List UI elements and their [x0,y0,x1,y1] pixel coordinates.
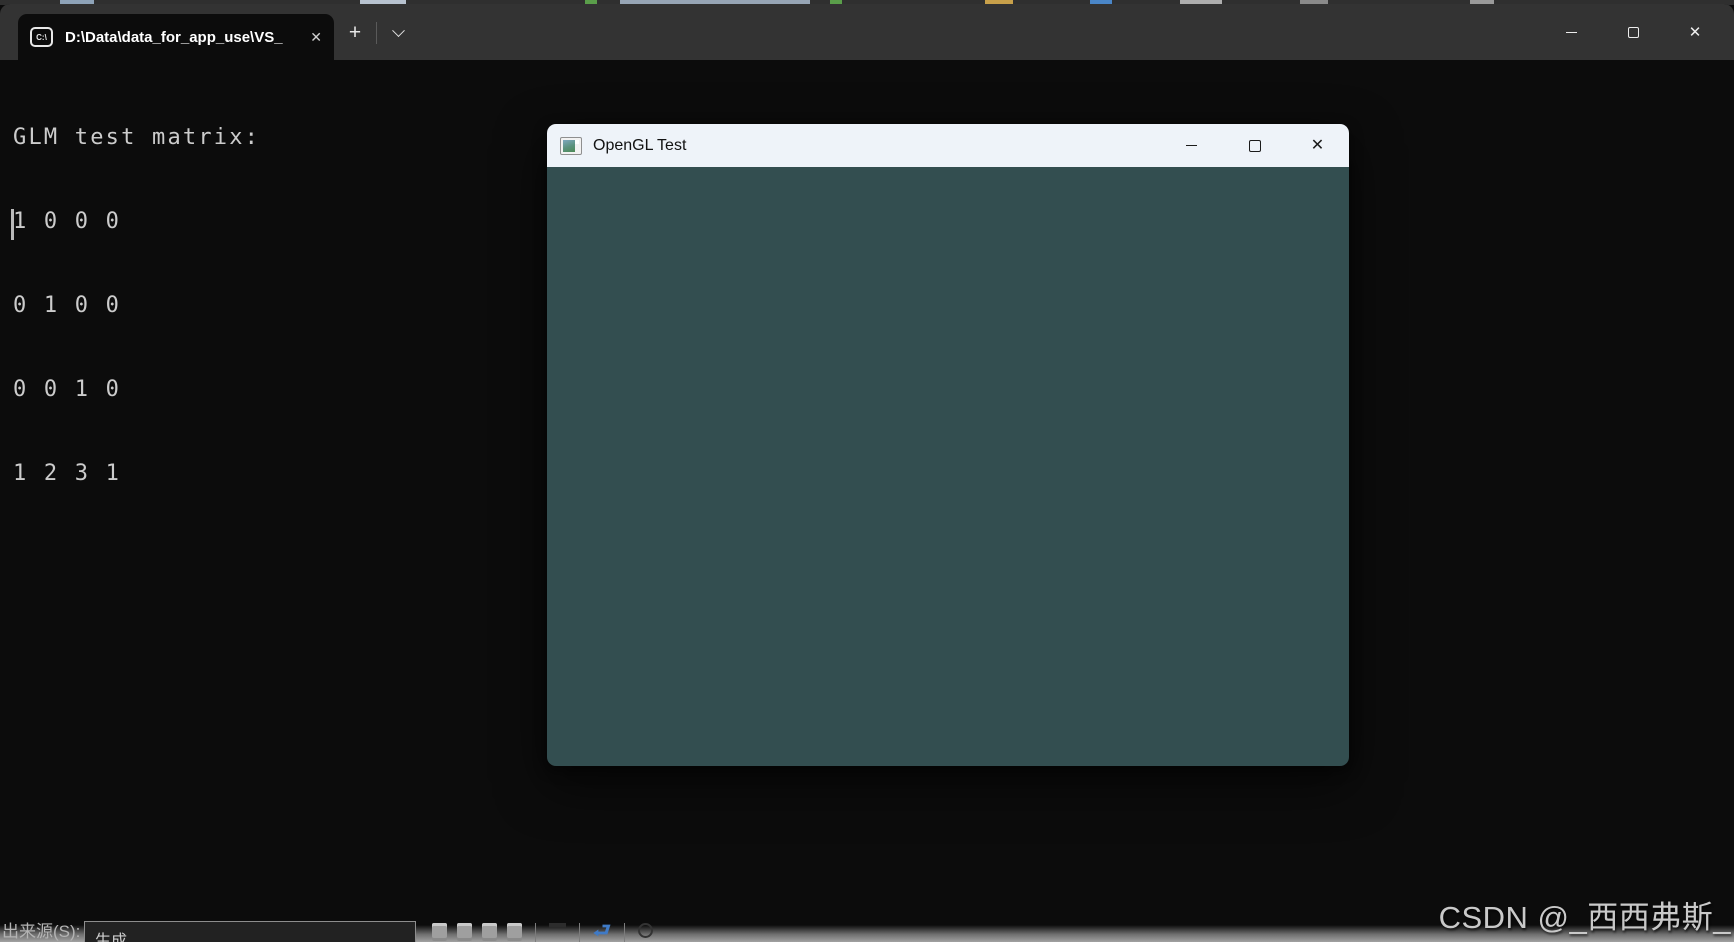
vs-output-toolbar: ⮐ [432,923,653,942]
cmd-prompt-icon: C:\ [30,27,53,47]
opengl-maximize-button[interactable] [1223,124,1286,167]
close-icon: ✕ [1689,25,1702,40]
console-line: 0 0 1 0 [13,376,260,404]
toolbar-separator [579,923,580,942]
opengl-app-icon-screen [563,140,575,152]
screen: C:\ D:\Data\data_for_app_use\VS_ ✕ + ✕ [0,0,1734,942]
autoscroll-icon[interactable]: ⮐ [593,923,611,939]
opengl-app-icon [560,137,582,155]
vs-output-source-label: 出来源(S): [2,917,80,942]
tab-dropdown-button[interactable] [383,18,413,48]
vs-output-bar: 出来源(S): 生成 ⮐ [0,916,860,942]
tab-close-icon[interactable]: ✕ [310,30,322,44]
console-output[interactable]: GLM test matrix: 1 0 0 0 0 1 0 0 0 0 1 0… [13,68,260,544]
terminal-cursor [11,209,14,240]
maximize-icon [1628,27,1639,38]
close-button[interactable]: ✕ [1664,4,1726,60]
maximize-icon [1249,140,1261,152]
vs-output-source-combobox[interactable]: 生成 [84,921,416,942]
output-toolbar-icon[interactable] [432,923,447,941]
output-toolbar-icon[interactable] [482,923,497,941]
console-line: 1 2 3 1 [13,460,260,488]
console-line: GLM test matrix: [13,124,260,152]
opengl-window-title: OpenGL Test [593,137,686,155]
output-toolbar-icon[interactable] [507,923,522,941]
opengl-titlebar[interactable]: OpenGL Test ✕ [547,124,1349,167]
word-wrap-icon[interactable] [549,923,566,939]
terminal-window-controls: ✕ [1540,4,1726,60]
minimize-icon [1566,32,1577,33]
new-tab-button[interactable]: + [340,18,370,48]
terminal-tab[interactable]: C:\ D:\Data\data_for_app_use\VS_ ✕ [18,14,334,60]
console-line: 1 0 0 0 [13,208,260,236]
toolbar-separator [535,923,536,942]
opengl-viewport[interactable] [547,167,1349,766]
chevron-down-icon [392,24,405,37]
terminal-tab-title: D:\Data\data_for_app_use\VS_ [65,29,300,46]
toolbar-separator [624,923,625,942]
minimize-button[interactable] [1540,4,1602,60]
terminal-titlebar[interactable]: C:\ D:\Data\data_for_app_use\VS_ ✕ + ✕ [0,4,1734,60]
tabbar-separator [376,22,377,44]
maximize-button[interactable] [1602,4,1664,60]
console-line: 0 1 0 0 [13,292,260,320]
opengl-close-button[interactable]: ✕ [1286,124,1349,167]
minimize-icon [1186,145,1197,146]
opengl-minimize-button[interactable] [1160,124,1223,167]
close-icon: ✕ [1311,138,1324,154]
output-toolbar-icon[interactable] [457,923,472,941]
opengl-app-icon-highlight [575,140,579,144]
opengl-window: OpenGL Test ✕ [547,124,1349,766]
opengl-window-controls: ✕ [1160,124,1349,167]
csdn-watermark: CSDN @_西西弗斯_ [1439,892,1731,937]
clear-output-icon[interactable] [638,923,653,938]
